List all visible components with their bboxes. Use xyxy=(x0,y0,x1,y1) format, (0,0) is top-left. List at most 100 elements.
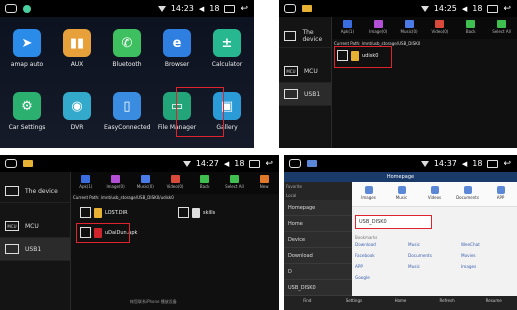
back-icon[interactable] xyxy=(240,4,248,14)
selected-item-label: USB_DISK0 xyxy=(359,219,387,225)
toolbar-video[interactable]: Video(0) xyxy=(160,172,190,194)
clock: 14:23 xyxy=(170,4,194,13)
mobile-icon: ▯ xyxy=(113,92,141,120)
app-amap-auto[interactable]: ➤ amap auto xyxy=(4,29,50,68)
sidebar-item-device[interactable]: The device xyxy=(279,25,331,48)
toolbar-video[interactable]: Video(0) xyxy=(424,17,455,39)
back-icon[interactable] xyxy=(503,4,511,14)
volume-icon[interactable] xyxy=(462,159,467,168)
sidebar-item-d[interactable]: D xyxy=(284,264,352,280)
bookmark-item[interactable]: Images xyxy=(461,264,514,269)
bottom-find-button[interactable]: Find xyxy=(284,296,331,310)
home-icon[interactable] xyxy=(5,159,17,168)
sidebar-item-mcu[interactable]: MCU MCU xyxy=(0,215,70,238)
app-car-settings[interactable]: ⚙ Car Settings xyxy=(4,92,50,131)
volume-icon[interactable] xyxy=(224,159,229,168)
sidebar: Favorite Local Homepage Home Device Down… xyxy=(284,182,352,305)
volume-icon[interactable] xyxy=(462,4,467,13)
bottom-refresh-button[interactable]: Refresh xyxy=(424,296,471,310)
sidebar-label: Device xyxy=(288,236,306,243)
app-bluetooth[interactable]: ✆ Bluetooth xyxy=(104,29,150,68)
sidebar-item-mcu[interactable]: MCU MCU xyxy=(279,60,331,83)
sidebar-item-home[interactable]: Home xyxy=(284,216,352,232)
recent-apps-icon[interactable] xyxy=(487,4,499,13)
app-aux[interactable]: ▮▮ AUX xyxy=(54,29,100,68)
recent-apps-icon[interactable] xyxy=(224,4,236,13)
toolbar-image[interactable]: Image(0) xyxy=(101,172,131,194)
usb-disk0-entry[interactable]: USB_DISK0 xyxy=(355,215,432,229)
bottom-settings-button[interactable]: Settings xyxy=(331,296,378,310)
device-icon xyxy=(5,186,19,196)
home-icon[interactable] xyxy=(5,4,17,13)
folder-icon xyxy=(23,160,33,167)
toolbar-music[interactable]: Music(0) xyxy=(130,172,160,194)
toolbar-label: Music(0) xyxy=(136,184,154,189)
toolbar-select-all[interactable]: Select All xyxy=(486,17,517,39)
category-app[interactable]: APP xyxy=(484,182,517,206)
sidebar-item-usb-disk0[interactable]: USB_DISK0 xyxy=(284,280,352,296)
category-images[interactable]: Images xyxy=(352,182,385,206)
select-all-icon xyxy=(497,20,507,28)
recent-apps-icon[interactable] xyxy=(487,159,499,168)
back-arrow-icon xyxy=(200,175,210,183)
app-easyconnected[interactable]: ▯ EasyConnected xyxy=(104,92,150,131)
toolbar-back[interactable]: Back xyxy=(455,17,486,39)
back-icon[interactable] xyxy=(265,159,273,169)
home-icon[interactable] xyxy=(289,159,301,168)
bookmark-item[interactable]: Documents xyxy=(408,253,461,258)
toolbar-apk[interactable]: Apk(1) xyxy=(332,17,363,39)
page-title: Homepage xyxy=(386,174,415,180)
app-calculator[interactable]: ± Calculator xyxy=(204,29,250,68)
checkbox[interactable] xyxy=(178,207,189,218)
home-icon[interactable] xyxy=(284,4,296,13)
app-dvr[interactable]: ◉ DVR xyxy=(54,92,100,131)
recent-apps-icon[interactable] xyxy=(249,159,261,168)
category-music[interactable]: Music xyxy=(385,182,418,206)
app-label: EasyConnected xyxy=(104,124,151,131)
toolbar-image[interactable]: Image(0) xyxy=(363,17,394,39)
bookmark-item[interactable]: APP xyxy=(355,264,408,269)
wifi-icon xyxy=(420,5,429,12)
app-browser[interactable]: e Browser xyxy=(154,29,200,68)
bottom-note: 帐您联系iPhone 播放设备 xyxy=(130,299,177,304)
file-lost-dir[interactable]: LOST.DIR xyxy=(80,207,128,218)
bookmark-item[interactable]: Movies xyxy=(461,253,514,258)
apk-icon xyxy=(342,20,352,28)
sidebar-item-device[interactable]: The device xyxy=(0,180,70,203)
bookmark-item[interactable]: Download xyxy=(355,242,408,247)
toolbar-back[interactable]: Back xyxy=(190,172,220,194)
toolbar-music[interactable]: Music(0) xyxy=(394,17,425,39)
bookmark-item[interactable]: WeeChat xyxy=(461,242,514,247)
sidebar-label: MCU xyxy=(304,67,318,75)
sidebar-item-homepage[interactable]: Homepage xyxy=(284,200,352,216)
sidebar-label: Download xyxy=(288,252,313,259)
app-label: Calculator xyxy=(211,61,243,68)
bottom-home-button[interactable]: Home xyxy=(377,296,424,310)
bookmark-item[interactable]: Music xyxy=(408,242,461,247)
sidebar-item-download[interactable]: Download xyxy=(284,248,352,264)
category-label: Images xyxy=(361,195,376,200)
volume-icon[interactable] xyxy=(199,4,204,13)
bottom-resume-button[interactable]: Resume xyxy=(470,296,517,310)
bookmark-item[interactable]: Facebook xyxy=(355,253,408,258)
bookmark-item[interactable]: Google xyxy=(355,275,408,280)
toolbar-new[interactable]: New xyxy=(249,172,279,194)
category-videos[interactable]: Videos xyxy=(418,182,451,206)
navigation-icon: ➤ xyxy=(13,29,41,57)
toolbar-label: Image(0) xyxy=(369,29,388,34)
checkbox[interactable] xyxy=(80,207,91,218)
sidebar-item-usb1[interactable]: USB1 xyxy=(0,238,70,261)
bookmark-item[interactable]: Music xyxy=(408,264,461,269)
toolbar-label: Select All xyxy=(225,184,244,189)
new-folder-icon xyxy=(259,175,269,183)
toolbar-select-all[interactable]: Select All xyxy=(220,172,250,194)
back-icon[interactable] xyxy=(503,159,511,169)
back-arrow-icon xyxy=(466,20,476,28)
sidebar-item-device[interactable]: Device xyxy=(284,232,352,248)
sidebar-item-usb1[interactable]: USB1 xyxy=(279,83,331,106)
select-all-icon xyxy=(229,175,239,183)
category-documents[interactable]: Documents xyxy=(451,182,484,206)
toolbar-apk[interactable]: Apk(1) xyxy=(71,172,101,194)
music-icon xyxy=(404,20,414,28)
file-skills[interactable]: skills xyxy=(178,207,215,218)
